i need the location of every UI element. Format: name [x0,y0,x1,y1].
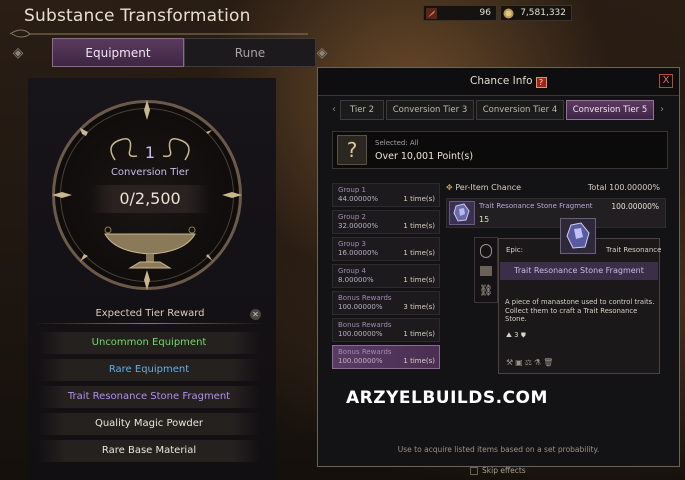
group-times: 1 time(s) [403,222,435,230]
currency-value: 7,581,332 [520,8,566,18]
reward-item: Uncommon Equipment [38,332,260,354]
next-arrow-icon[interactable]: ◈ [312,44,332,62]
group-name: Group 4 [338,267,366,275]
tab-rune[interactable]: Rune [184,38,316,67]
group-row[interactable]: Group 4 8.00000% 1 time(s) [332,264,440,288]
group-row[interactable]: Group 3 16.00000% 1 time(s) [332,237,440,261]
feather-icon [426,8,437,19]
tab-equipment[interactable]: Equipment [52,38,184,67]
info-icon[interactable]: ✕ [250,309,261,320]
tooltip-grade: Epic: [506,246,524,254]
prev-arrow-icon[interactable]: ◈ [8,44,28,62]
anvil-icon: ⚖ [524,358,534,367]
tab-next-icon[interactable]: › [656,102,668,120]
group-name: Group 3 [338,240,366,248]
currency-coin: 7,581,332 [500,5,572,21]
storage-icon: ⚒ [506,358,516,367]
group-name: Group 1 [338,186,366,194]
tooltip-item-icon [560,218,596,254]
selected-value: Over 10,001 Point(s) [375,151,474,162]
box-icon: ▣ [515,358,525,367]
group-row[interactable]: Group 2 32.00000% 1 time(s) [332,210,440,234]
chance-title-text: Chance Info [470,75,533,87]
group-row[interactable]: Group 1 44.00000% 1 time(s) [332,183,440,207]
close-button[interactable]: X [659,74,673,88]
tier-progress: 0/2,500 [90,185,210,213]
tooltip-stack: ⛰ 3 ⛊ [506,331,526,340]
chance-title: Chance Info? [470,75,547,88]
group-row[interactable]: Bonus Rewards 100.00000% 1 time(s) [332,318,440,342]
group-times: 1 time(s) [403,357,435,365]
group-times: 1 time(s) [403,330,435,338]
watermark: ARZYELBUILDS.COM [346,388,548,408]
tradable-icon: ⛊ [520,331,526,339]
grade-text: Epic [506,246,521,254]
reward-item: Trait Resonance Stone Fragment [38,386,260,408]
divider [34,323,264,324]
currency-feather: 96 [423,5,497,21]
group-name: Bonus Rewards [338,348,392,356]
tooltip-description: A piece of manastone used to control tra… [505,298,655,323]
trash-icon: 🗑 [543,358,556,367]
tab-prev-icon[interactable]: ‹ [328,102,340,120]
reward-label: Quality Magic Powder [94,418,204,429]
group-name: Bonus Rewards [338,294,392,302]
bowl-icon [104,226,196,269]
tab-tier-4[interactable]: Conversion Tier 4 [476,100,564,120]
group-times: 1 time(s) [403,249,435,257]
tier-label: Conversion Tier [110,167,190,178]
expected-reward-title: Expected Tier Reward [95,308,205,319]
tooltip-tools: ⚒▣⚖⚗🗑 [506,358,555,367]
tier-number: 1 [144,143,156,162]
tooltip-type: Trait Resonance [606,246,662,254]
selected-filter[interactable]: ? Selected: All Over 10,001 Point(s) [332,131,668,169]
stack-icon: ⛰ [506,331,512,339]
item-qty: 15 [479,215,490,224]
reward-item: Rare Base Material [38,440,260,462]
reward-label: Uncommon Equipment [91,337,207,348]
reward-label: Rare Equipment [108,364,190,375]
coin-icon [503,8,514,19]
selected-label: Selected: All [375,139,419,147]
reward-item: Rare Equipment [38,359,260,381]
currency-value: 96 [479,8,491,18]
stone-fragment-icon [449,201,475,225]
group-times: 1 time(s) [403,276,435,284]
group-times: 3 time(s) [403,303,435,311]
item-name: Trait Resonance Stone Fragment [479,202,593,210]
reward-item: Quality Magic Powder [38,413,260,435]
tooltip-name: Trait Resonance Stone Fragment [500,262,658,280]
stack-value: 3 [514,331,519,339]
mouse-icon[interactable] [480,244,492,258]
group-name: Group 2 [338,213,366,221]
help-icon[interactable]: ? [535,77,547,88]
total-chance: Total 100.00000% [587,183,660,192]
item-row[interactable]: Trait Resonance Stone Fragment 100.00000… [446,198,666,228]
reward-label: Rare Base Material [101,445,197,456]
tab-tier-3[interactable]: Conversion Tier 3 [386,100,474,120]
tooltip-actions: ⛓ [474,237,498,303]
item-chance: 100.00000% [611,202,659,211]
per-item-header: ✥ Per-Item Chance Total 100.00000% [446,183,666,195]
tier-tabs: ‹ Tier 2 Conversion Tier 3 Conversion Ti… [328,100,670,122]
page-title: Substance Transformation [24,6,251,26]
link-icon[interactable]: ⛓ [479,284,493,297]
group-row-selected[interactable]: Bonus Rewards 100.00000% 1 time(s) [332,345,440,369]
group-row[interactable]: Bonus Rewards 100.00000% 3 time(s) [332,291,440,315]
reward-label: Trait Resonance Stone Fragment [67,391,231,402]
chance-header: Chance Info? X [318,68,679,96]
scale-icon: ⚗ [533,358,544,367]
group-name: Bonus Rewards [338,321,392,329]
tab-tier-2[interactable]: Tier 2 [340,100,384,120]
question-mark-icon: ? [337,135,367,165]
per-item-label: Per-Item Chance [455,183,522,192]
chance-footer: Use to acquire listed items based on a s… [397,445,600,454]
skip-effects-label: Skip effects [482,466,526,475]
category-tabs: ◈ Equipment Rune ◈ [8,38,338,68]
group-times: 1 time(s) [403,195,435,203]
box-icon[interactable] [480,266,492,276]
per-item-icon: ✥ [446,183,456,192]
tab-tier-5[interactable]: Conversion Tier 5 [566,100,654,120]
skip-checkbox[interactable] [470,467,478,475]
